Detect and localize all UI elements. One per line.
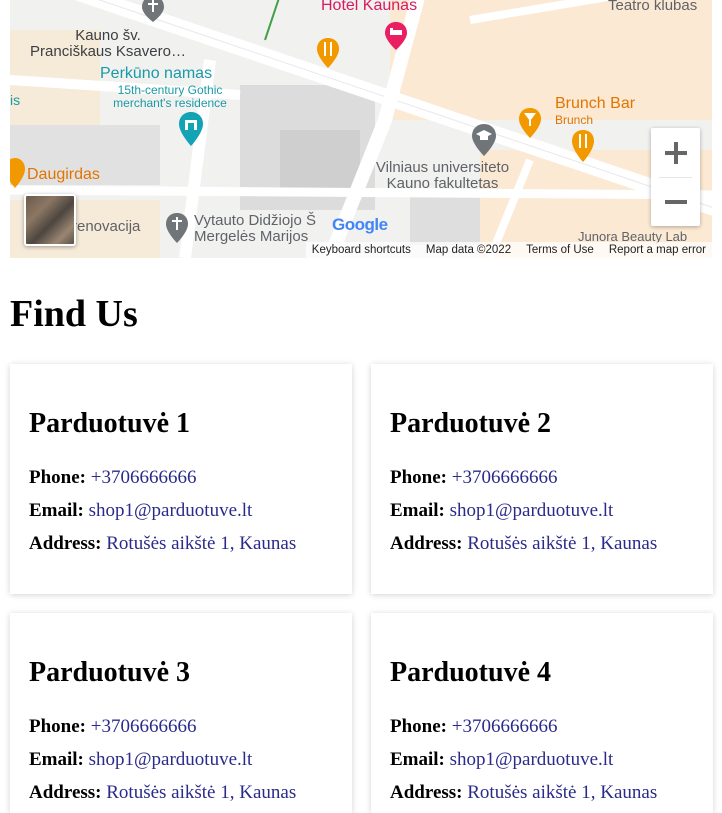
page-title: Find Us xyxy=(10,293,138,335)
google-logo: Google xyxy=(332,215,388,234)
vytauto-church-pin-icon[interactable] xyxy=(164,211,190,245)
shop-card: Parduotuvė 4 Phone: +3706666666 Email: s… xyxy=(371,613,713,813)
shop-name: Parduotuvė 4 xyxy=(390,657,551,688)
address-label: Address: xyxy=(390,782,463,803)
map-label-brunch: Brunch xyxy=(555,113,594,127)
phone-label: Phone: xyxy=(390,467,447,488)
phone-link[interactable]: +3706666666 xyxy=(452,467,558,488)
map-attribution: Keyboard shortcuts Map data ©2022 Terms … xyxy=(305,242,712,258)
satellite-toggle-button[interactable] xyxy=(24,194,76,246)
email-label: Email: xyxy=(390,500,445,521)
email-row: Email: shop1@parduotuve.lt xyxy=(390,500,613,522)
phone-row: Phone: +3706666666 xyxy=(390,467,557,489)
email-link[interactable]: shop1@parduotuve.lt xyxy=(89,500,253,521)
address-label: Address: xyxy=(29,782,102,803)
address-row: Address: Rotušės aikštė 1, Kaunas xyxy=(29,533,296,555)
address-row: Address: Rotušės aikštė 1, Kaunas xyxy=(390,533,657,555)
email-link[interactable]: shop1@parduotuve.lt xyxy=(89,749,253,770)
phone-row: Phone: +3706666666 xyxy=(29,716,196,738)
church-pin-icon[interactable] xyxy=(140,0,166,24)
university-pin-icon[interactable] xyxy=(470,122,498,158)
terms-of-use-link[interactable]: Terms of Use xyxy=(526,244,594,256)
address-label: Address: xyxy=(29,533,102,554)
map-label-vytauto-church[interactable]: Vytauto Didžiojo Š Mergelės Marijos xyxy=(194,213,316,245)
address-row: Address: Rotušės aikštė 1, Kaunas xyxy=(29,782,296,804)
phone-row: Phone: +3706666666 xyxy=(390,716,557,738)
shop-card: Parduotuvė 1 Phone: +3706666666 Email: s… xyxy=(10,364,352,594)
bar-pin-icon[interactable] xyxy=(517,106,543,140)
email-label: Email: xyxy=(390,749,445,770)
embedded-map[interactable]: Kauno šv. Pranciškaus Ksavero… Perkūno n… xyxy=(10,0,712,258)
address-link[interactable]: Rotušės aikštė 1, Kaunas xyxy=(467,533,657,554)
map-label-perkuno-namas[interactable]: Perkūno namas xyxy=(100,65,212,83)
shop-card: Parduotuvė 3 Phone: +3706666666 Email: s… xyxy=(10,613,352,813)
map-label-hotel-kaunas[interactable]: Hotel Kaunas xyxy=(321,0,417,15)
map-label-merchant-residence: 15th-century Gothic merchant's residence xyxy=(113,83,227,110)
shop-card: Parduotuvė 2 Phone: +3706666666 Email: s… xyxy=(371,364,713,594)
address-label: Address: xyxy=(390,533,463,554)
phone-link[interactable]: +3706666666 xyxy=(91,716,197,737)
email-label: Email: xyxy=(29,749,84,770)
address-link[interactable]: Rotušės aikštė 1, Kaunas xyxy=(106,782,296,803)
daugirdas-pin-icon[interactable] xyxy=(10,156,26,190)
brunch-restaurant-pin-icon[interactable] xyxy=(570,128,596,164)
shop-name: Parduotuvė 1 xyxy=(29,408,190,439)
address-link[interactable]: Rotušės aikštė 1, Kaunas xyxy=(467,782,657,803)
phone-row: Phone: +3706666666 xyxy=(29,467,196,489)
keyboard-shortcuts-link[interactable]: Keyboard shortcuts xyxy=(312,244,411,256)
zoom-out-button[interactable] xyxy=(651,177,700,226)
email-row: Email: shop1@parduotuve.lt xyxy=(29,749,252,771)
email-label: Email: xyxy=(29,500,84,521)
shop-name: Parduotuvė 3 xyxy=(29,657,190,688)
museum-pin-icon[interactable] xyxy=(177,110,205,148)
map-label-brunch-bar[interactable]: Brunch Bar xyxy=(555,95,635,113)
map-data-text: Map data ©2022 xyxy=(425,244,512,256)
map-label-church[interactable]: Kauno šv. Pranciškaus Ksavero… xyxy=(10,28,213,60)
phone-link[interactable]: +3706666666 xyxy=(452,716,558,737)
zoom-in-button[interactable] xyxy=(651,128,700,177)
shop-name: Parduotuvė 2 xyxy=(390,408,551,439)
minus-icon xyxy=(664,199,687,204)
restaurant-pin-icon[interactable] xyxy=(315,36,341,70)
map-label-teatro-klubas[interactable]: Teatro klubas xyxy=(608,0,697,14)
zoom-controls xyxy=(651,128,700,226)
address-link[interactable]: Rotušės aikštė 1, Kaunas xyxy=(106,533,296,554)
hotel-pin-icon[interactable] xyxy=(383,20,409,52)
map-label-daugirdas[interactable]: Daugirdas xyxy=(27,166,100,184)
address-row: Address: Rotušės aikštė 1, Kaunas xyxy=(390,782,657,804)
map-label-is: is xyxy=(10,92,21,108)
plus-icon xyxy=(664,141,687,164)
email-row: Email: shop1@parduotuve.lt xyxy=(390,749,613,771)
map-label-renovacija: renovacija xyxy=(72,218,141,235)
map-label-university[interactable]: Vilniaus universiteto Kauno fakultetas xyxy=(350,160,535,192)
phone-link[interactable]: +3706666666 xyxy=(91,467,197,488)
phone-label: Phone: xyxy=(29,467,86,488)
email-link[interactable]: shop1@parduotuve.lt xyxy=(450,500,614,521)
phone-label: Phone: xyxy=(390,716,447,737)
report-map-error-link[interactable]: Report a map error xyxy=(609,244,706,256)
email-link[interactable]: shop1@parduotuve.lt xyxy=(450,749,614,770)
email-row: Email: shop1@parduotuve.lt xyxy=(29,500,252,522)
phone-label: Phone: xyxy=(29,716,86,737)
